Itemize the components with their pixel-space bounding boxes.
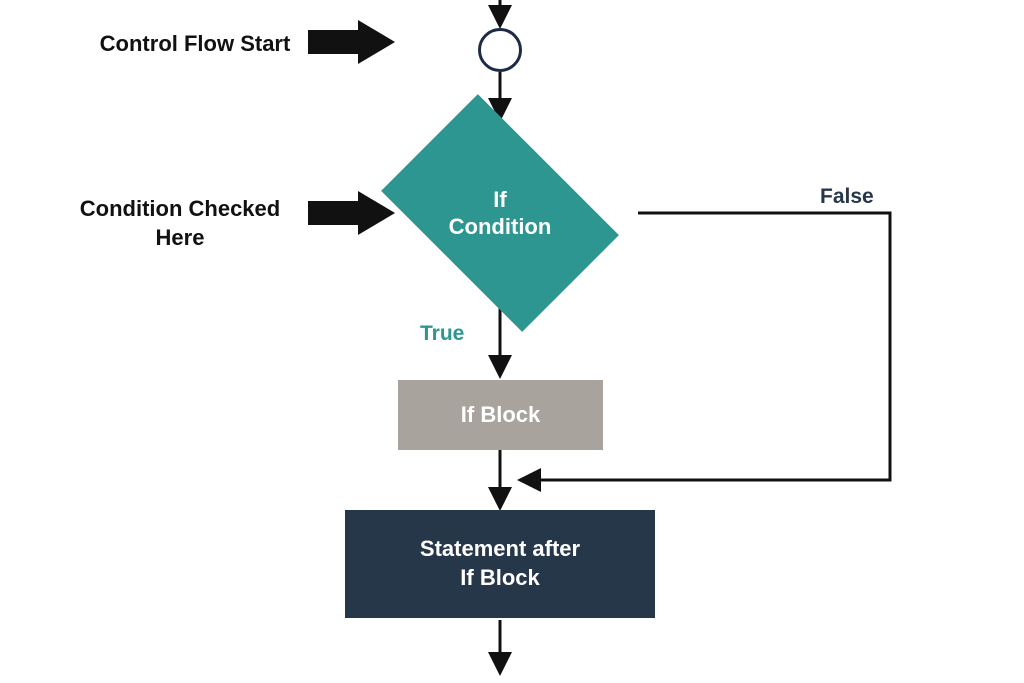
condition-node: If Condition <box>360 118 640 308</box>
condition-label: If Condition <box>360 118 640 308</box>
annotation-control-flow-start: Control Flow Start <box>80 30 310 59</box>
annotation-condition-checked: Condition Checked Here <box>55 195 305 252</box>
edge-label-true: True <box>420 322 464 346</box>
flowchart-stage: Control Flow Start Condition Checked Her… <box>0 0 1024 683</box>
arrow-annotation-start-icon <box>308 20 395 64</box>
after-block-node: Statement after If Block <box>345 510 655 618</box>
edge-label-false: False <box>820 185 874 209</box>
if-block-node: If Block <box>398 380 603 450</box>
start-node <box>478 28 522 72</box>
